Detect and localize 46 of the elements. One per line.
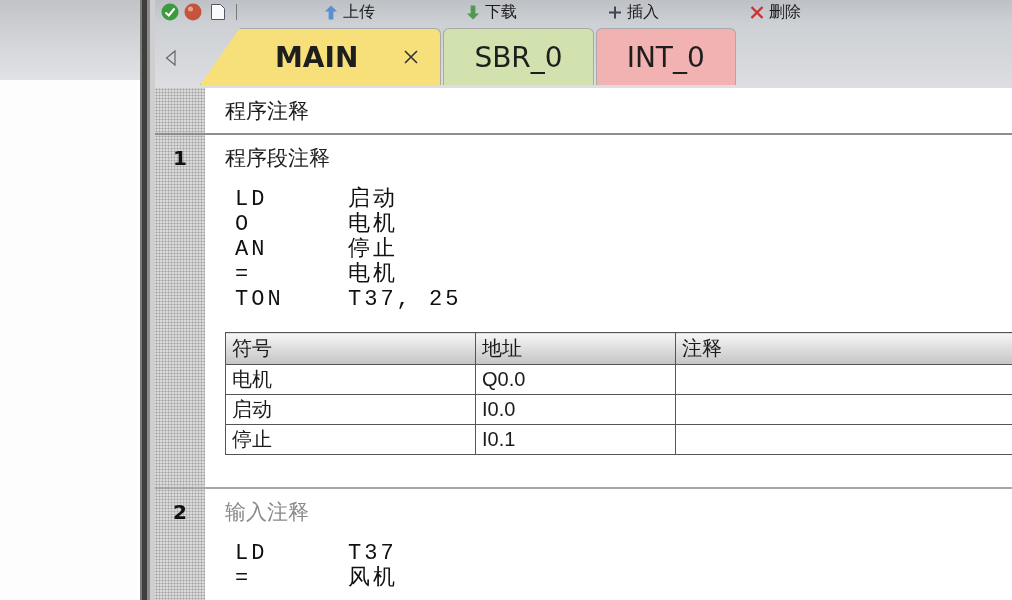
network-comment-placeholder[interactable]: 输入注释 <box>225 499 309 525</box>
instruction: AN <box>235 237 269 262</box>
close-icon[interactable] <box>404 50 419 64</box>
download-button[interactable]: 下载 <box>462 1 521 23</box>
table-cell: Q0.0 <box>475 364 676 395</box>
column-header: 注释 <box>675 332 1012 365</box>
table-cell: 停止 <box>225 424 476 455</box>
column-header: 符号 <box>225 332 476 365</box>
operand: T37, 25 <box>348 287 462 312</box>
network-number: 1 <box>173 145 187 171</box>
editor-gutter <box>155 88 205 133</box>
upload-button[interactable]: 上传 <box>320 1 379 23</box>
insert-button[interactable]: 插入 <box>604 1 663 23</box>
program-comment[interactable]: 程序注释 <box>225 97 309 124</box>
instruction: O <box>235 212 253 237</box>
delete-button[interactable]: 删除 <box>746 1 805 23</box>
cross-icon <box>750 4 764 20</box>
editor-tab[interactable]: SBR_0 <box>443 28 594 85</box>
circle-icon[interactable] <box>184 3 202 21</box>
editor-tab[interactable]: MAIN <box>200 28 442 85</box>
instruction: TON <box>235 287 285 312</box>
column-header: 地址 <box>475 332 676 365</box>
instruction: = <box>235 566 253 591</box>
down-arrow-icon <box>466 4 480 20</box>
instruction: LD <box>235 187 269 212</box>
scroll-left-icon[interactable] <box>165 49 176 66</box>
operand: 电机 <box>348 212 398 237</box>
table-cell: 启动 <box>225 394 476 425</box>
tick-circle-icon[interactable] <box>161 3 179 21</box>
operand: 停止 <box>348 237 398 262</box>
instruction: LD <box>235 541 269 566</box>
network-comment[interactable]: 程序段注释 <box>225 145 330 171</box>
table-cell: I0.1 <box>475 424 676 455</box>
operand: 风机 <box>348 566 398 591</box>
document-icon[interactable] <box>211 4 225 20</box>
editor-tab[interactable]: INT_0 <box>595 28 736 85</box>
network-number: 2 <box>173 499 187 525</box>
operand: 电机 <box>348 262 398 287</box>
table-cell: 电机 <box>225 364 476 395</box>
operand: 启动 <box>348 187 398 212</box>
table-cell: I0.0 <box>475 394 676 425</box>
instruction: = <box>235 262 253 287</box>
operand: T37 <box>348 541 397 566</box>
plus-icon <box>608 4 622 20</box>
up-arrow-icon <box>324 4 338 20</box>
splitter-bar[interactable] <box>140 0 155 600</box>
